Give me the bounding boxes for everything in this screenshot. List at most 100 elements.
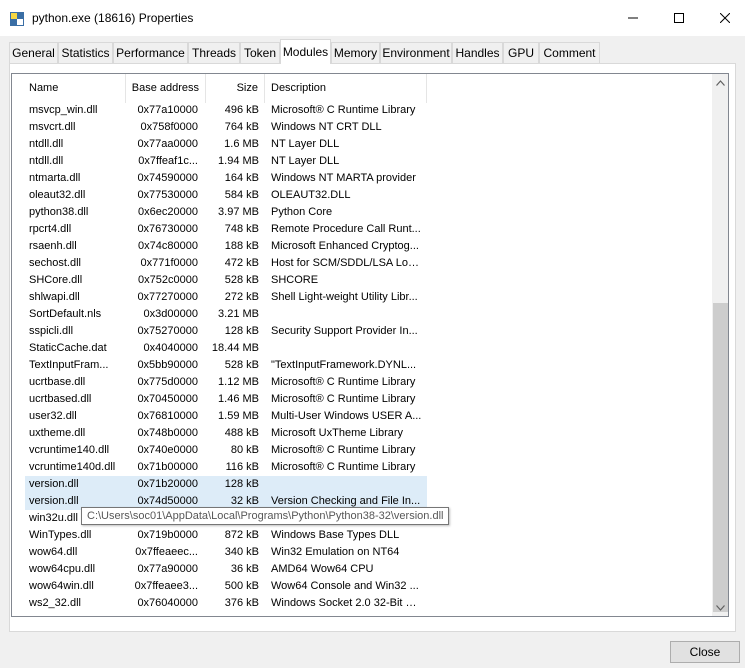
title-bar: python.exe (18616) Properties [0,0,745,36]
module-name-cell: StaticCache.dat [29,342,107,354]
maximize-icon [674,13,684,23]
maximize-button[interactable] [656,0,702,36]
minimize-button[interactable] [610,0,656,36]
close-button[interactable]: Close [670,641,740,663]
module-description-cell: NT Layer DLL [271,155,340,167]
module-size-cell: 1.46 MB [218,393,259,405]
scroll-down-arrow-icon [716,604,725,611]
module-row[interactable]: rpcrt4.dll 0x76730000 748 kB Remote Procedu… [12,221,712,238]
module-base-address-cell: 0x7ffeaeec... [135,546,198,558]
module-size-cell: 496 kB [224,104,259,116]
scroll-track[interactable] [712,91,728,612]
module-name-cell: rpcrt4.dll [29,223,72,235]
tab-modules[interactable]: Modules [280,39,331,64]
module-name-cell: sechost.dll [29,257,81,269]
module-name-cell: ntdll.dll [29,138,64,150]
vertical-scrollbar[interactable] [712,74,728,616]
module-size-cell: 584 kB [224,189,259,201]
module-size-cell: 164 kB [224,172,259,184]
module-base-address-cell: 0x77530000 [137,189,198,201]
module-row[interactable]: msvcrt.dll 0x758f0000 764 kB Windows NT CRT… [12,119,712,136]
module-row[interactable]: shlwapi.dll 0x77270000 272 kB Shell Light-w… [12,289,712,306]
module-row[interactable]: vcruntime140.dll 0x740e0000 80 kB Microsoft… [12,442,712,459]
column-header-name[interactable]: Name [23,74,126,103]
module-row[interactable]: ntmarta.dll 0x74590000 164 kB Windows NT MA… [12,170,712,187]
module-row[interactable]: ntdll.dll 0x77aa0000 1.6 MB NT Layer DLL [12,136,712,153]
module-row[interactable]: SHCore.dll 0x752c0000 528 kB SHCORE [12,272,712,289]
tab-gpu[interactable]: GPU [503,42,539,63]
module-row[interactable]: version.dll 0x71b20000 128 kB [12,476,712,493]
module-size-cell: 1.6 MB [224,138,259,150]
tab-statistics[interactable]: Statistics [58,42,113,63]
module-size-cell: 80 kB [230,444,259,456]
module-description-cell: Win32 Emulation on NT64 [271,546,400,558]
module-description-cell: Microsoft® C Runtime Library [271,444,416,456]
module-base-address-cell: 0x7ffeaf1c... [138,155,198,167]
module-row[interactable]: vcruntime140d.dll 0x71b00000 116 kB Microso… [12,459,712,476]
scroll-down-button[interactable] [712,599,728,616]
tab-handles[interactable]: Handles [452,42,503,63]
module-description-cell: "TextInputFramework.DYNL... [271,359,417,371]
module-name-cell: SortDefault.nls [29,308,102,320]
column-header-base-address[interactable]: Base address [126,74,206,103]
module-row[interactable]: StaticCache.dat 0x4040000 18.44 MB [12,340,712,357]
module-row[interactable]: ws2_32.dll 0x76040000 376 kB Windows Socket… [12,595,712,612]
module-description-cell: Microsoft Enhanced Cryptog... [271,240,419,252]
module-row[interactable]: user32.dll 0x76810000 1.59 MB Multi-User Wi… [12,408,712,425]
scroll-thumb[interactable] [713,303,728,612]
module-description-cell: Windows Base Types DLL [271,529,400,541]
module-row[interactable]: ucrtbased.dll 0x70450000 1.46 MB Microsoft®… [12,391,712,408]
module-row[interactable]: WinTypes.dll 0x719b0000 872 kB Windows Base… [12,527,712,544]
module-row[interactable]: rsaenh.dll 0x74c80000 188 kB Microsoft Enha… [12,238,712,255]
module-row[interactable]: sechost.dll 0x771f0000 472 kB Host for SCM/… [12,255,712,272]
module-size-cell: 1.12 MB [218,376,259,388]
module-base-address-cell: 0x7ffeaee3... [134,580,198,592]
scroll-up-button[interactable] [712,74,728,91]
module-row[interactable]: wow64cpu.dll 0x77a90000 36 kB AMD64 Wow64 C… [12,561,712,578]
tab-comment[interactable]: Comment [539,42,600,63]
module-base-address-cell: 0x76730000 [137,223,198,235]
module-size-cell: 472 kB [224,257,259,269]
module-base-address-cell: 0x758f0000 [140,121,199,133]
module-row[interactable]: oleaut32.dll 0x77530000 584 kB OLEAUT32.DLL [12,187,712,204]
scroll-up-arrow-icon [716,79,725,86]
module-base-address-cell: 0x70450000 [137,393,198,405]
module-description-cell: Microsoft® C Runtime Library [271,393,416,405]
modules-list[interactable]: Name Base address Size Description msvcp… [11,73,729,617]
module-row[interactable]: SortDefault.nls 0x3d00000 3.21 MB [12,306,712,323]
minimize-icon [628,17,638,19]
module-row[interactable]: python38.dll 0x6ec20000 3.97 MB Python Core [12,204,712,221]
module-row[interactable]: msvcp_win.dll 0x77a10000 496 kB Microsoft® … [12,102,712,119]
module-row[interactable]: wow64win.dll 0x7ffeaee3... 500 kB Wow64 Con… [12,578,712,595]
close-window-button[interactable] [702,0,745,36]
module-base-address-cell: 0x74590000 [137,172,198,184]
tab-performance[interactable]: Performance [113,42,188,63]
module-base-address-cell: 0x3d00000 [143,308,198,320]
column-header-description[interactable]: Description [265,74,427,103]
tab-memory[interactable]: Memory [331,42,380,63]
module-size-cell: 376 kB [224,597,259,609]
module-name-cell: wow64.dll [29,546,78,558]
module-row[interactable]: ntdll.dll 0x7ffeaf1c... 1.94 MB NT Layer DL… [12,153,712,170]
module-name-cell: ntdll.dll [29,155,64,167]
module-name-cell: version.dll [29,478,79,490]
python-icon [10,12,24,26]
module-description-cell: Host for SCM/SDDL/LSA Loo... [271,257,423,269]
module-row[interactable]: wow64.dll 0x7ffeaeec... 340 kB Win32 Emulat… [12,544,712,561]
column-header-size[interactable]: Size [206,74,265,103]
module-name-cell: user32.dll [29,410,77,422]
module-row[interactable]: ucrtbase.dll 0x775d0000 1.12 MB Microsoft® … [12,374,712,391]
module-row[interactable]: sspicli.dll 0x75270000 128 kB Security Supp… [12,323,712,340]
module-size-cell: 128 kB [224,478,259,490]
module-name-cell: ucrtbased.dll [29,393,92,405]
module-name-cell: TextInputFram... [29,359,109,371]
tab-token[interactable]: Token [240,42,280,63]
module-row[interactable]: uxtheme.dll 0x748b0000 488 kB Microsoft UxT… [12,425,712,442]
tab-general[interactable]: General [9,42,58,63]
module-description-cell: Wow64 Console and Win32 ... [271,580,419,592]
module-row[interactable]: TextInputFram... 0x5bb90000 528 kB "TextInp… [12,357,712,374]
module-base-address-cell: 0x76040000 [137,597,198,609]
module-description-cell: AMD64 Wow64 CPU [271,563,374,575]
tab-environment[interactable]: Environment [380,42,452,63]
tab-threads[interactable]: Threads [188,42,240,63]
